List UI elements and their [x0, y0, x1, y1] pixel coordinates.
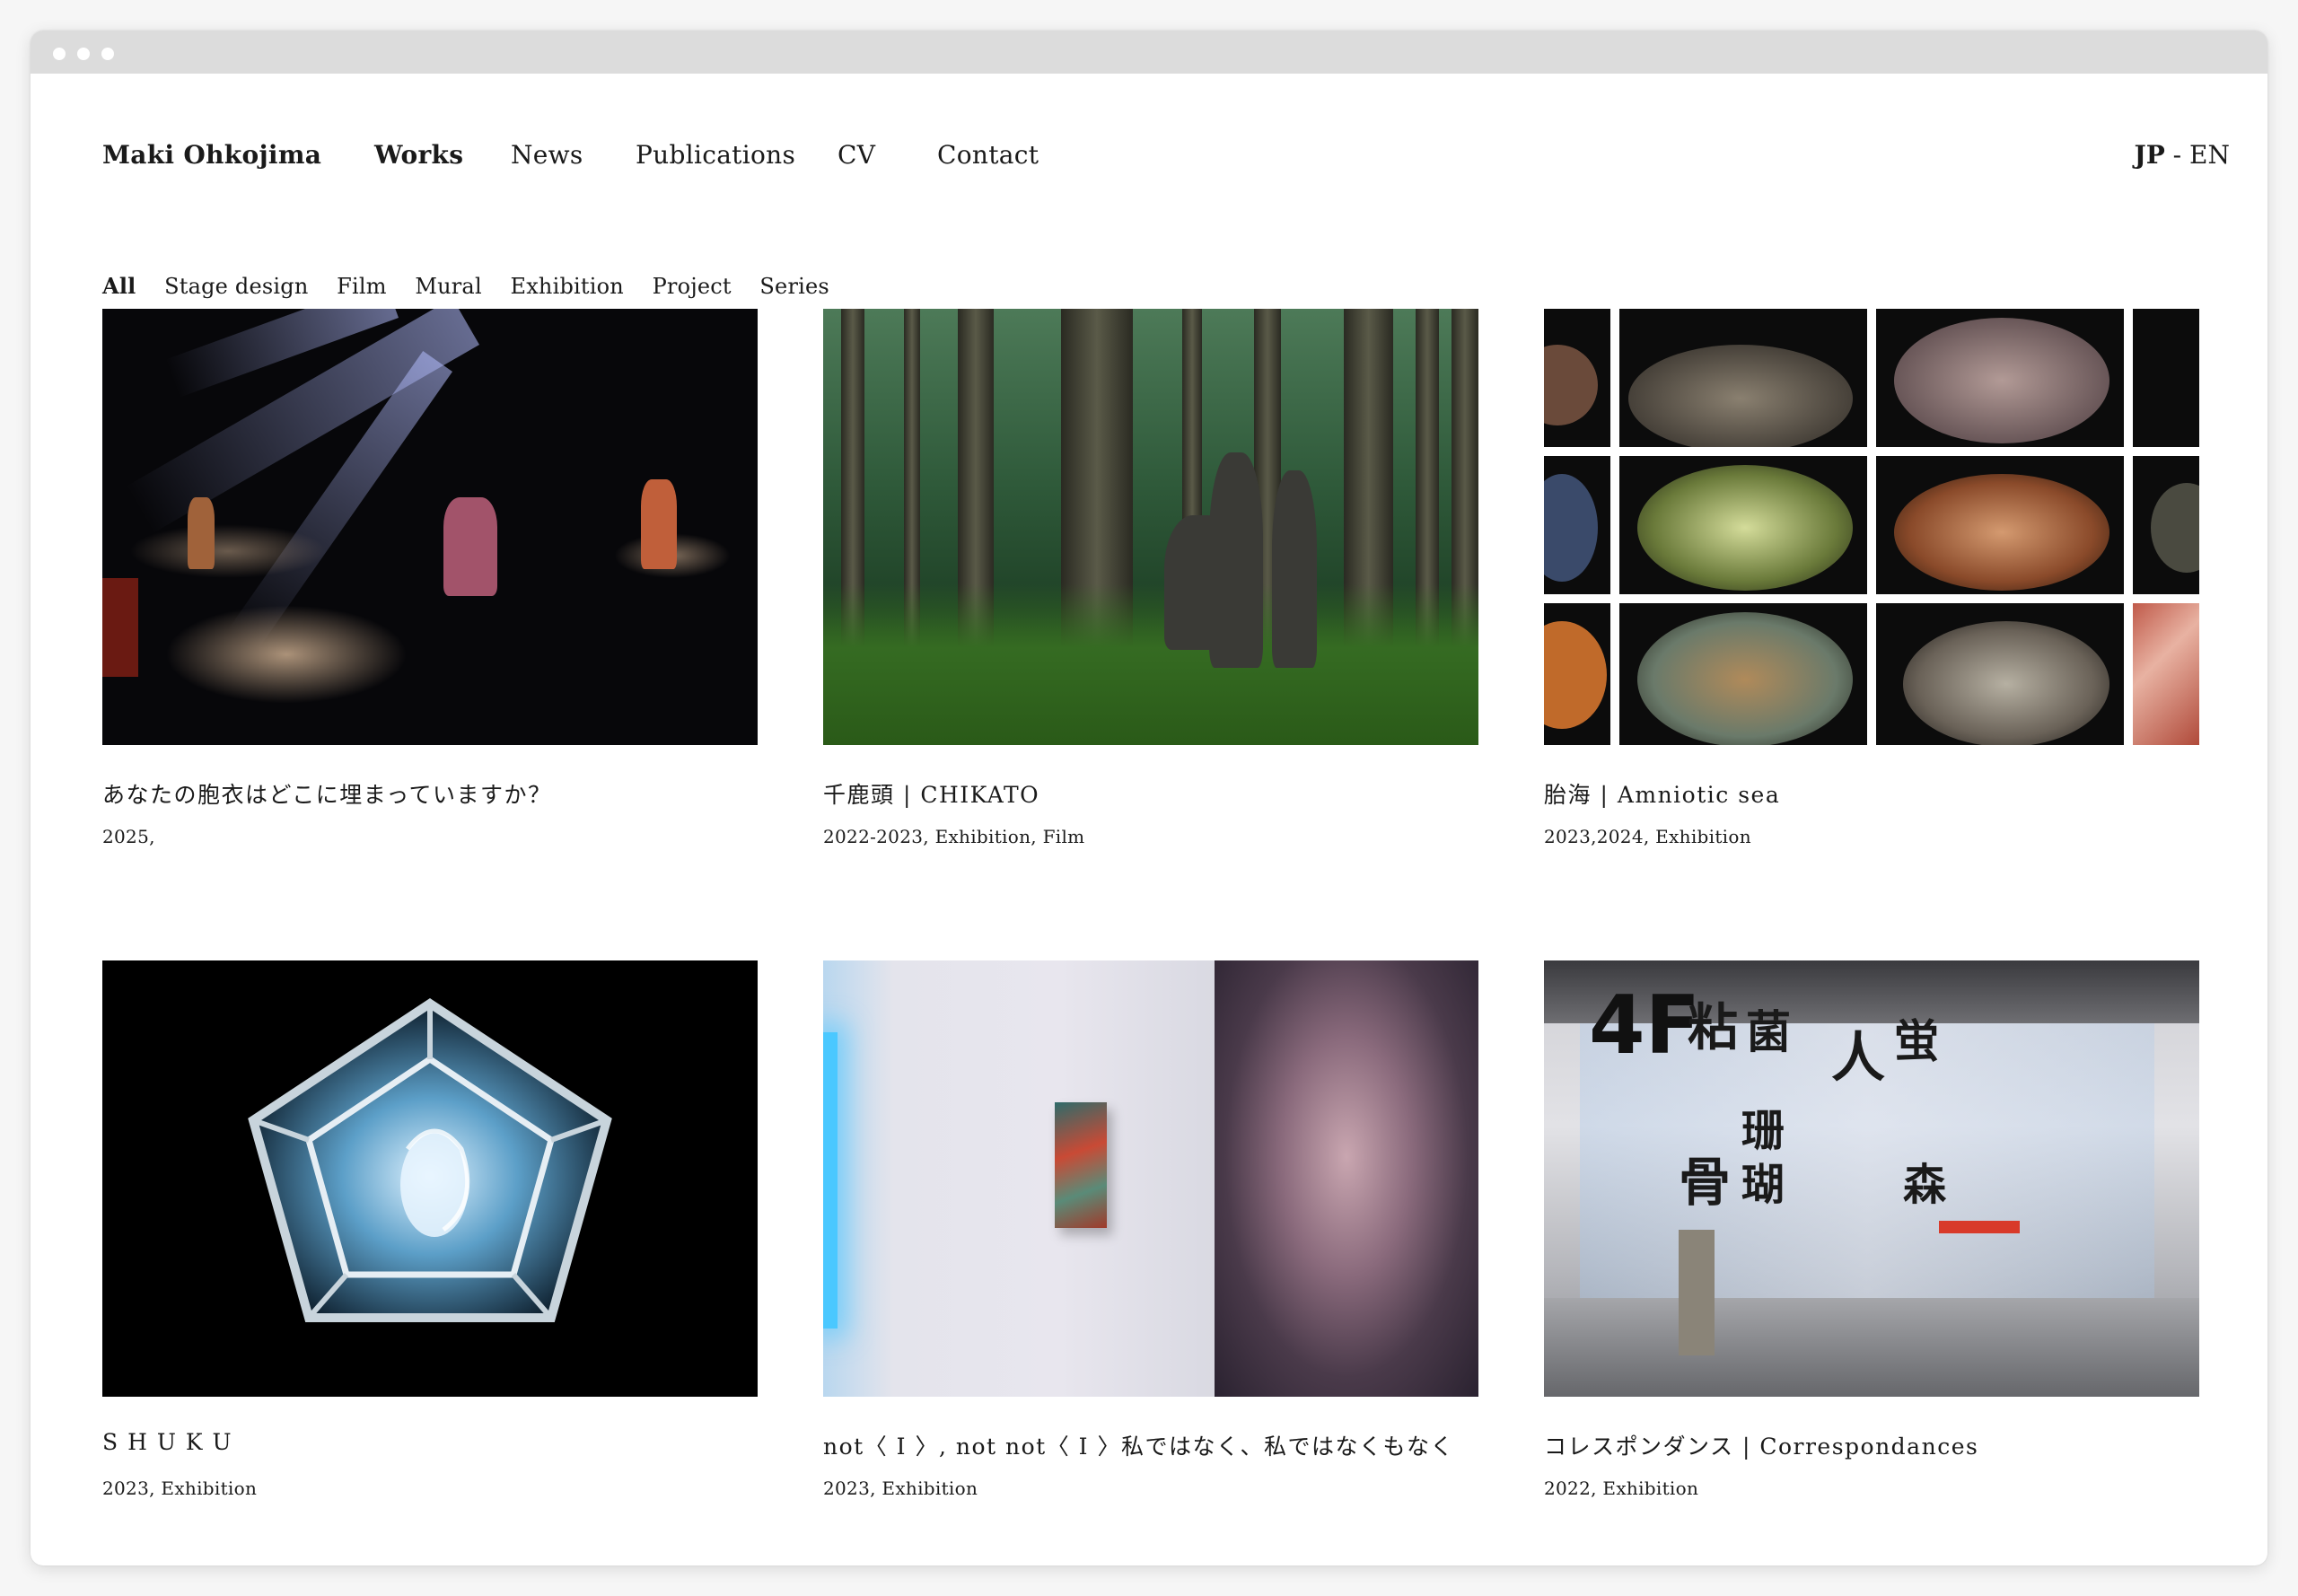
- filter-all[interactable]: All: [102, 273, 136, 299]
- museum-kanji: 骨: [1679, 1152, 1732, 1213]
- work-title[interactable]: コレスポンダンス | Correspondances: [1544, 1429, 1978, 1461]
- work-thumbnail[interactable]: [102, 960, 758, 1397]
- nav-item-news[interactable]: News: [511, 140, 583, 170]
- nav-item-contact[interactable]: Contact: [937, 140, 1039, 170]
- filter-film[interactable]: Film: [337, 274, 387, 299]
- work-card[interactable]: 千鹿頭 | CHIKATO 2022-2023, Exhibition, Fil…: [823, 309, 1478, 847]
- window-dot-icon[interactable]: [77, 48, 90, 60]
- window-dot-icon[interactable]: [101, 48, 114, 60]
- work-meta: 2022, Exhibition: [1544, 1478, 1699, 1499]
- nav-item-publications[interactable]: Publications: [636, 140, 795, 170]
- browser-window: Maki Ohkojima Works News Publications CV…: [31, 31, 2267, 1565]
- museum-kanji: 瑚: [1741, 1160, 1785, 1210]
- work-meta: 2022-2023, Exhibition, Film: [823, 826, 1085, 847]
- filter-series[interactable]: Series: [759, 274, 829, 299]
- work-card[interactable]: 4F 粘 菌 人 蛍 珊 瑚 骨 森 コレスポンダンス | Correspond…: [1544, 960, 2199, 1499]
- lang-en-link[interactable]: EN: [2189, 140, 2230, 170]
- window-titlebar: [31, 31, 2267, 74]
- work-title[interactable]: あなたの胞衣はどこに埋まっていますか？: [102, 777, 552, 810]
- site-brand-link[interactable]: Maki Ohkojima: [102, 140, 321, 170]
- filter-project[interactable]: Project: [653, 274, 732, 299]
- filter-exhibition[interactable]: Exhibition: [510, 274, 623, 299]
- work-card[interactable]: S H U K U 2023, Exhibition: [102, 960, 758, 1499]
- museum-kanji: 人: [1831, 1027, 1885, 1090]
- work-title[interactable]: 胎海 | Amniotic sea: [1544, 777, 1780, 810]
- work-card[interactable]: not〈 I 〉, not not〈 I 〉私ではなく、私ではなくもなく 202…: [823, 960, 1478, 1499]
- work-meta: 2023,2024, Exhibition: [1544, 826, 1751, 847]
- category-filters: All Stage design Film Mural Exhibition P…: [102, 273, 851, 299]
- work-meta: 2023, Exhibition: [102, 1478, 258, 1499]
- top-navigation: Maki Ohkojima Works News Publications CV…: [102, 140, 2230, 176]
- work-thumbnail[interactable]: 4F 粘 菌 人 蛍 珊 瑚 骨 森: [1544, 960, 2199, 1397]
- museum-kanji: 蛍: [1894, 1014, 1939, 1067]
- work-meta: 2023, Exhibition: [823, 1478, 978, 1499]
- nav-item-cv[interactable]: CV: [838, 140, 875, 170]
- lang-separator: -: [2164, 140, 2190, 170]
- work-thumbnail[interactable]: [823, 309, 1478, 745]
- work-thumbnail[interactable]: [1544, 309, 2199, 745]
- work-meta: 2025,: [102, 826, 155, 847]
- window-dot-icon[interactable]: [53, 48, 66, 60]
- work-title[interactable]: S H U K U: [102, 1429, 232, 1455]
- work-card[interactable]: あなたの胞衣はどこに埋まっていますか？ 2025,: [102, 309, 758, 847]
- museum-kanji: 森: [1903, 1160, 1947, 1210]
- museum-kanji: 菌: [1746, 1005, 1791, 1058]
- nav-item-works[interactable]: Works: [374, 140, 463, 170]
- work-title[interactable]: 千鹿頭 | CHIKATO: [823, 777, 1039, 810]
- work-card[interactable]: 胎海 | Amniotic sea 2023,2024, Exhibition: [1544, 309, 2199, 847]
- filter-mural[interactable]: Mural: [415, 274, 482, 299]
- work-thumbnail[interactable]: [102, 309, 758, 745]
- museum-floor-sign: 4F: [1589, 978, 1701, 1073]
- language-switcher: JP - EN: [2134, 140, 2230, 170]
- museum-kanji: 粘: [1688, 998, 1738, 1057]
- lang-jp-link[interactable]: JP: [2134, 140, 2164, 170]
- work-title[interactable]: not〈 I 〉, not not〈 I 〉私ではなく、私ではなくもなく: [823, 1429, 1454, 1461]
- work-thumbnail[interactable]: [823, 960, 1478, 1397]
- filter-stage-design[interactable]: Stage design: [164, 274, 308, 299]
